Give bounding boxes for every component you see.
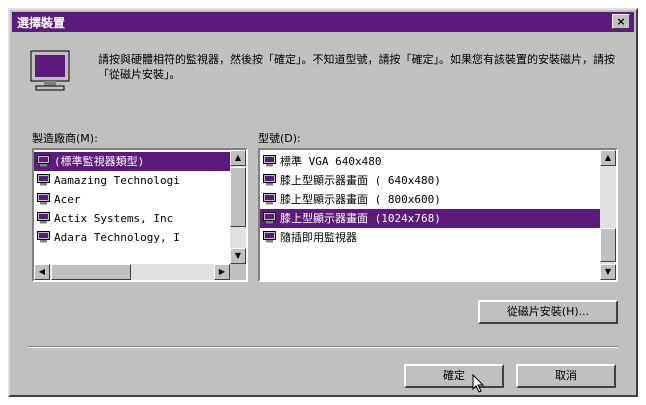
have-disk-button[interactable]: 從磁片安裝(H)...	[478, 300, 618, 324]
ok-button[interactable]: 確定	[404, 364, 504, 388]
model-item-label: 膝上型顯示器畫面 ( 800x600)	[280, 193, 441, 206]
scroll-thumb[interactable]	[230, 167, 246, 227]
monitor-icon	[37, 212, 50, 224]
manufacturer-item[interactable]: Actix Systems, Inc	[34, 209, 230, 228]
manufacturer-item[interactable]: Acer	[34, 190, 230, 209]
manufacturer-item-label: Actix Systems, Inc	[54, 212, 174, 225]
model-item-label: 標準 VGA 640x480	[280, 155, 382, 168]
models-label: 型號(D):	[258, 132, 301, 145]
close-button[interactable]: ×	[612, 14, 630, 29]
scroll-down-icon[interactable]: ▼	[230, 248, 246, 264]
monitor-icon	[37, 193, 50, 205]
manufacturer-item[interactable]: Adara Technology, I	[34, 228, 230, 247]
monitor-icon	[37, 155, 50, 167]
select-device-dialog: 選擇裝置 × 請按與硬體相符的監視器，然後按「確定」。不知道型號，請按「確定」。…	[8, 8, 638, 397]
manufacturers-hscroll[interactable]: ◀ ▶	[34, 264, 230, 280]
model-item[interactable]: 膝上型顯示器畫面 (1024x768)	[260, 209, 600, 228]
model-item[interactable]: 膝上型顯示器畫面 ( 800x600)	[260, 190, 600, 209]
manufacturer-item-label: (標準監視器類型)	[54, 155, 145, 168]
manufacturer-item[interactable]: Aamazing Technologi	[34, 171, 230, 190]
models-vscroll[interactable]: ▲ ▼	[600, 150, 616, 280]
manufacturers-vscroll[interactable]: ▲ ▼	[230, 150, 246, 264]
scroll-up-icon[interactable]: ▲	[600, 150, 616, 166]
scroll-corner	[230, 264, 246, 280]
scroll-up-icon[interactable]: ▲	[230, 150, 246, 166]
model-item-label: 膝上型顯示器畫面 (1024x768)	[280, 212, 441, 225]
monitor-icon	[30, 50, 70, 91]
manufacturers-label: 製造廠商(M):	[32, 132, 98, 145]
ok-label: 確定	[443, 369, 465, 382]
cancel-button[interactable]: 取消	[516, 364, 616, 388]
scroll-down-icon[interactable]: ▼	[600, 264, 616, 280]
monitor-icon	[37, 231, 50, 243]
models-list[interactable]: 標準 VGA 640x480 膝上型顯示器畫面 ( 640x480) 膝上型顯示器畫…	[258, 148, 618, 282]
mouse-cursor-icon	[472, 374, 485, 393]
scroll-thumb[interactable]	[51, 264, 131, 280]
model-item[interactable]: 標準 VGA 640x480	[260, 152, 600, 171]
monitor-icon	[263, 174, 276, 186]
manufacturer-item-label: Adara Technology, I	[54, 231, 180, 244]
close-icon: ×	[616, 15, 626, 28]
model-item[interactable]: 隨插即用監視器	[260, 228, 600, 247]
monitor-icon	[263, 231, 276, 243]
instruction-text: 請按與硬體相符的監視器，然後按「確定」。不知道型號，請按「確定」。如果您有該裝置…	[98, 53, 615, 81]
scroll-left-icon[interactable]: ◀	[34, 264, 50, 280]
manufacturer-item-label: Aamazing Technologi	[54, 174, 180, 187]
dialog-title: 選擇裝置	[17, 16, 66, 30]
monitor-icon	[263, 193, 276, 205]
monitor-icon	[263, 212, 276, 224]
separator	[28, 346, 618, 348]
scroll-thumb[interactable]	[600, 228, 616, 262]
scroll-right-icon[interactable]: ▶	[214, 264, 230, 280]
manufacturers-list[interactable]: (標準監視器類型) Aamazing Technologi Acer Actix Sy…	[32, 148, 248, 282]
model-item-label: 隨插即用監視器	[280, 231, 357, 244]
monitor-icon	[263, 155, 276, 167]
title-bar[interactable]: 選擇裝置 ×	[12, 12, 634, 32]
model-item[interactable]: 膝上型顯示器畫面 ( 640x480)	[260, 171, 600, 190]
manufacturer-item[interactable]: (標準監視器類型)	[34, 152, 230, 171]
monitor-icon	[37, 174, 50, 186]
model-item-label: 膝上型顯示器畫面 ( 640x480)	[280, 174, 441, 187]
manufacturer-item-label: Acer	[54, 193, 81, 206]
